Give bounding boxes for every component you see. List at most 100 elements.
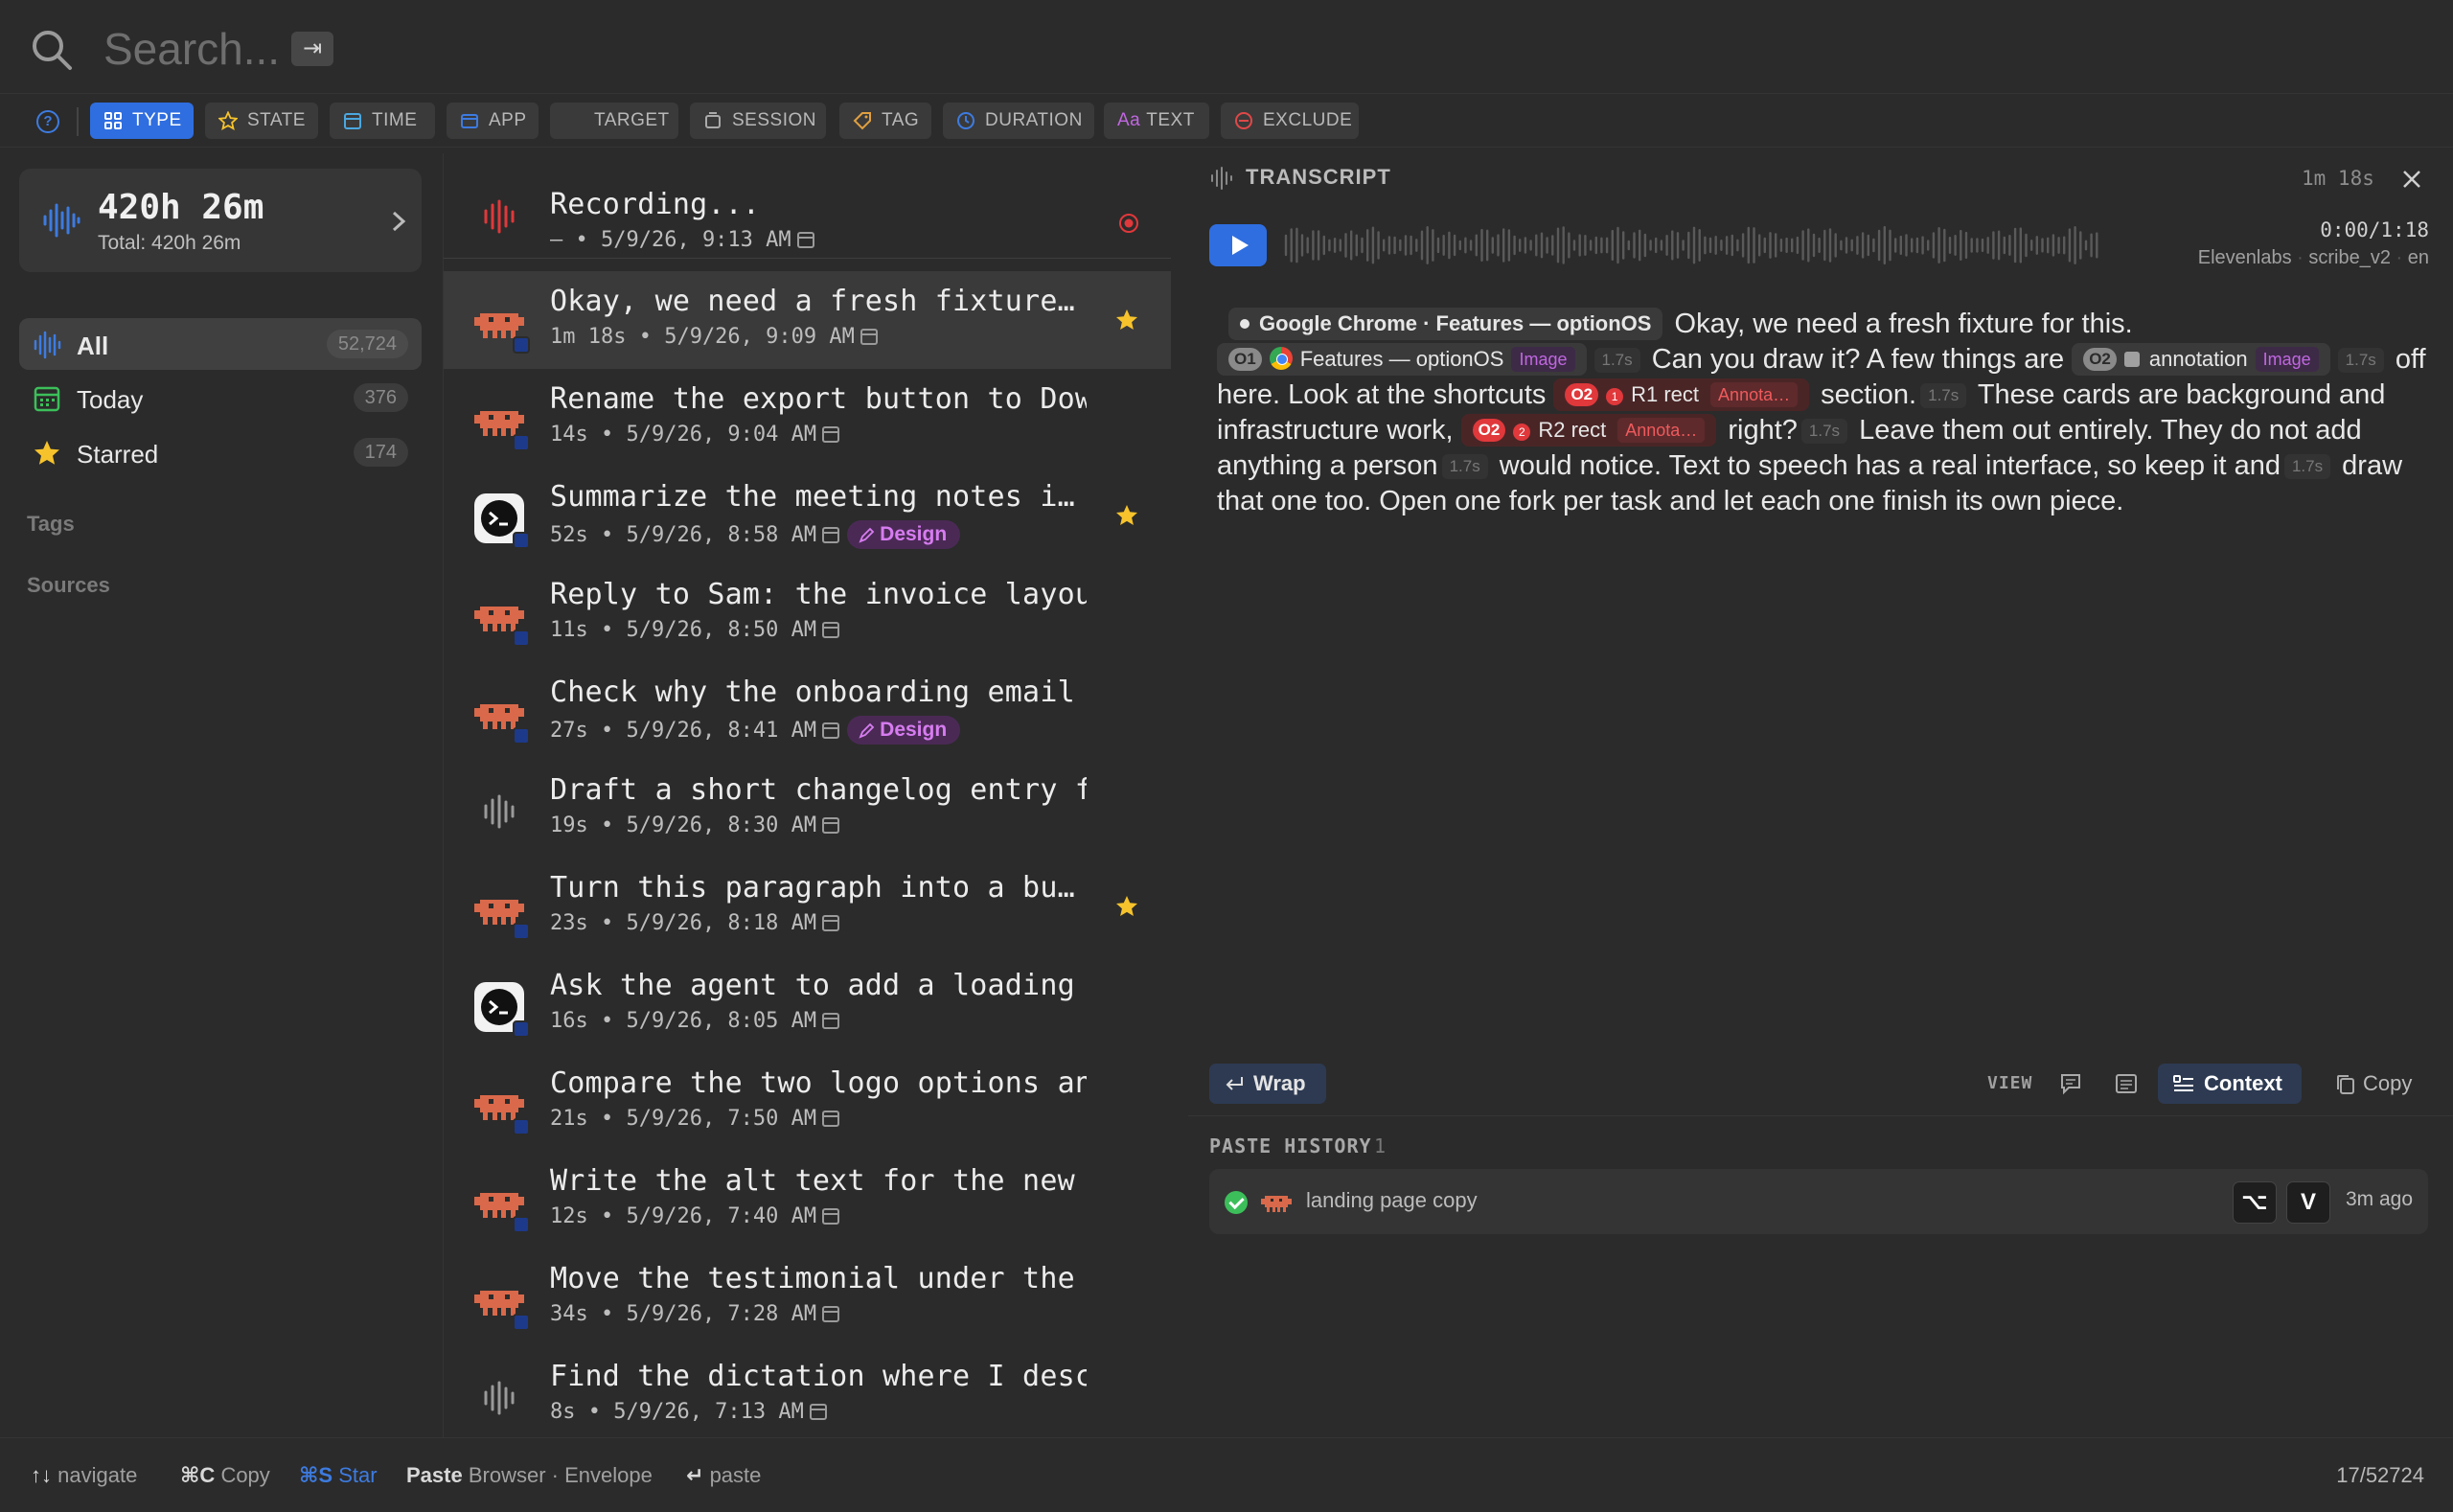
star-icon[interactable] [1114,894,1139,919]
list-item[interactable]: Rename the export button to Down… 14s • 5… [444,369,1171,467]
list-item-title: Compare the two logo options and… [550,1066,1087,1100]
total-duration-card[interactable]: 420h 26m Total: 420h 26m [19,169,422,272]
hint-copy[interactable]: ⌘C Copy [180,1463,270,1488]
option-key-hint: ⌥ [2233,1181,2277,1224]
filter-divider [77,107,79,136]
sidebar-item-all[interactable]: All 52,724 [19,318,422,370]
calendar-icon [822,1208,840,1225]
chat-view-icon[interactable] [2058,1071,2083,1096]
hint-label: paste [709,1463,762,1487]
list-item[interactable]: Draft a short changelog entry fo… 19s • 5… [444,760,1171,858]
context-chip-image-1[interactable]: O1 Features — optionOS Image [1217,343,1587,376]
context-icon [2173,1075,2193,1091]
annotation-chip-r2[interactable]: O2 2 R2 rect Annota… [1460,414,1717,447]
hint-label: Browser · Envelope [468,1463,653,1487]
list-item[interactable]: Reply to Sam: the invoice layout… 11s • 5… [444,564,1171,662]
calendar-icon [822,622,840,638]
play-button[interactable] [1209,224,1267,266]
transcript-segment: right? [1728,415,1798,446]
audio-waveform[interactable] [1282,222,2106,268]
playback-time: 0:00/1:18 [2320,218,2429,241]
list-item[interactable]: Write the alt text for the new f… 12s • 5… [444,1151,1171,1249]
filter-chip-app[interactable]: APP [447,103,539,139]
app-badge-icon [513,336,530,354]
exclude-icon [1235,112,1252,129]
tags-section-header[interactable]: Tags [27,512,75,537]
app-robot-icon [1261,1196,1292,1212]
filter-chip-type[interactable]: TYPE [90,103,194,139]
clock-icon [957,112,974,129]
help-icon[interactable]: ? [36,110,59,133]
success-check-icon [1225,1191,1248,1214]
paste-history-item[interactable]: landing page copy ⌥ V 3m ago [1209,1169,2428,1234]
sidebar-item-starred[interactable]: Starred 174 [19,426,422,478]
calendar-icon [822,1111,840,1127]
context-view-button[interactable]: Context [2158,1064,2302,1104]
app-badge-icon [513,923,530,940]
filter-chip-duration[interactable]: DURATION [943,103,1094,139]
list-item-meta: 27s • 5/9/26, 8:41 AM [550,719,817,743]
context-chip-number: O2 [1472,419,1506,442]
copy-button[interactable]: Copy [2330,1064,2426,1104]
design-tag[interactable]: Design [847,520,961,549]
filter-chip-text[interactable]: Aa TEXT [1104,103,1209,139]
transcript-text: Google Chrome · Features — optionOS Okay… [1217,307,2426,519]
list-item[interactable]: Turn this paragraph into a bu… 23s • 5/9/… [444,858,1171,955]
context-chip-label: Google Chrome · Features — optionOS [1259,311,1652,335]
transcript-duration: 1m 18s [2302,167,2374,190]
square-icon [2123,352,2140,367]
list-item-title: Summarize the meeting notes i… [550,480,1075,514]
list-item[interactable]: Move the testimonial under the h… 34s • 5… [444,1249,1171,1346]
list-item-meta: 12s • 5/9/26, 7:40 AM [550,1204,817,1228]
list-item[interactable]: Compare the two logo options and… 21s • 5… [444,1053,1171,1151]
context-chip-chrome[interactable]: Google Chrome · Features — optionOS [1228,308,1663,340]
paste-history-text: landing page copy [1306,1188,1478,1212]
calendar-icon [822,527,840,543]
list-item[interactable]: Check why the onboarding email a… 27s • 5… [444,662,1171,760]
design-tag[interactable]: Design [847,716,961,745]
list-item[interactable]: Ask the agent to add a loading s… 16s • 5… [444,955,1171,1053]
search-bar: ⇥ [0,0,2453,94]
wrap-label: Wrap [1253,1071,1306,1095]
search-input[interactable] [103,21,678,77]
close-icon[interactable] [2401,169,2422,190]
record-indicator-icon[interactable] [1118,213,1139,234]
pause-marker: 1.7s [1593,348,1640,373]
return-arrow-icon [1226,1077,1243,1090]
filter-chip-tag[interactable]: TAG [839,103,931,139]
star-icon[interactable] [1114,308,1139,332]
annotation-chip-r1[interactable]: O2 1 R1 rect Annota… [1553,378,1810,411]
sources-section-header[interactable]: Sources [27,573,110,598]
sidebar-item-today[interactable]: Today 376 [19,372,422,424]
app-badge-icon [513,727,530,745]
wrap-button[interactable]: Wrap [1209,1064,1326,1104]
filter-chip-session[interactable]: SESSION [690,103,826,139]
hint-keys: Paste [406,1463,463,1487]
filter-chip-state[interactable]: STATE [205,103,318,139]
filter-chip-label: TAG [882,110,920,130]
star-icon[interactable] [1114,503,1139,528]
list-item-meta: 19s • 5/9/26, 8:30 AM [550,813,817,837]
hint-keys: ⌘C [180,1463,216,1487]
hint-label: navigate [57,1463,138,1487]
pause-marker: 1.7s [1920,383,1967,408]
filter-chip-target[interactable]: TARGET [550,103,678,139]
filter-chip-exclude[interactable]: EXCLUDE [1221,103,1359,139]
annotation-tag: Annota… [1710,382,1799,407]
view-label: VIEW [1987,1073,2033,1093]
list-item[interactable]: Okay, we need a fresh fixture… 1m 18s • 5… [444,271,1171,369]
list-item[interactable]: Find the dictation where I descr… 8s • 5/… [444,1346,1171,1437]
app-badge-icon [513,630,530,647]
context-chip-image-2[interactable]: O2 annotation Image [2072,343,2330,376]
list-item-title: Ask the agent to add a loading s… [550,969,1087,1002]
hint-paste-target[interactable]: Paste Browser · Envelope [406,1463,653,1488]
hint-star[interactable]: ⌘S Star [299,1463,378,1488]
app-badge-icon [513,434,530,451]
tag-label: Design [880,523,948,545]
filter-chip-time[interactable]: TIME [330,103,435,139]
list-item-title: Turn this paragraph into a bu… [550,871,1075,905]
list-item[interactable]: Summarize the meeting notes i… 52s • 5/9/… [444,467,1171,564]
list-view-icon[interactable] [2114,1071,2139,1096]
star-outline-icon [218,111,238,130]
recording-row[interactable]: Recording... — • 5/9/26, 9:13 AM [444,171,1171,259]
